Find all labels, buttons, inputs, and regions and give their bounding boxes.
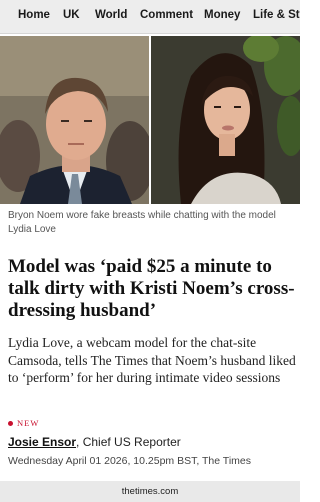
nav-item-money[interactable]: Money xyxy=(204,9,240,21)
woman-portrait-illustration xyxy=(151,36,300,204)
browser-address-bar[interactable]: thetimes.com xyxy=(0,481,300,502)
article-standfirst: Lydia Love, a webcam model for the chat-… xyxy=(8,335,296,385)
nav-item-comment[interactable]: Comment xyxy=(140,9,193,21)
nav-item-uk[interactable]: UK xyxy=(63,9,80,21)
red-dot-icon xyxy=(8,421,13,426)
image-caption: Bryon Noem wore fake breasts while chatt… xyxy=(8,210,276,235)
site-domain: thetimes.com xyxy=(121,486,179,497)
photo-man-in-suit xyxy=(0,36,149,204)
article-dateline: Wednesday April 01 2026, 10.25pm BST, Th… xyxy=(8,455,252,467)
nav-item-home[interactable]: Home xyxy=(18,9,50,21)
man-portrait-illustration xyxy=(0,36,149,204)
author-link[interactable]: Josie Ensor xyxy=(8,435,76,449)
photo-woman-selfie xyxy=(151,36,300,204)
nav-item-life-style[interactable]: Life & Style xyxy=(253,9,300,21)
hero-image xyxy=(0,36,300,204)
article-headline: Model was ‘paid $25 a minute to talk dir… xyxy=(8,256,295,321)
nav-item-world[interactable]: World xyxy=(95,9,127,21)
byline: Josie Ensor, Chief US Reporter xyxy=(8,435,181,449)
top-nav: Home UK World Comment Money Life & Style xyxy=(0,0,300,34)
new-badge-label: NEW xyxy=(17,418,40,428)
author-role: , Chief US Reporter xyxy=(76,435,181,449)
